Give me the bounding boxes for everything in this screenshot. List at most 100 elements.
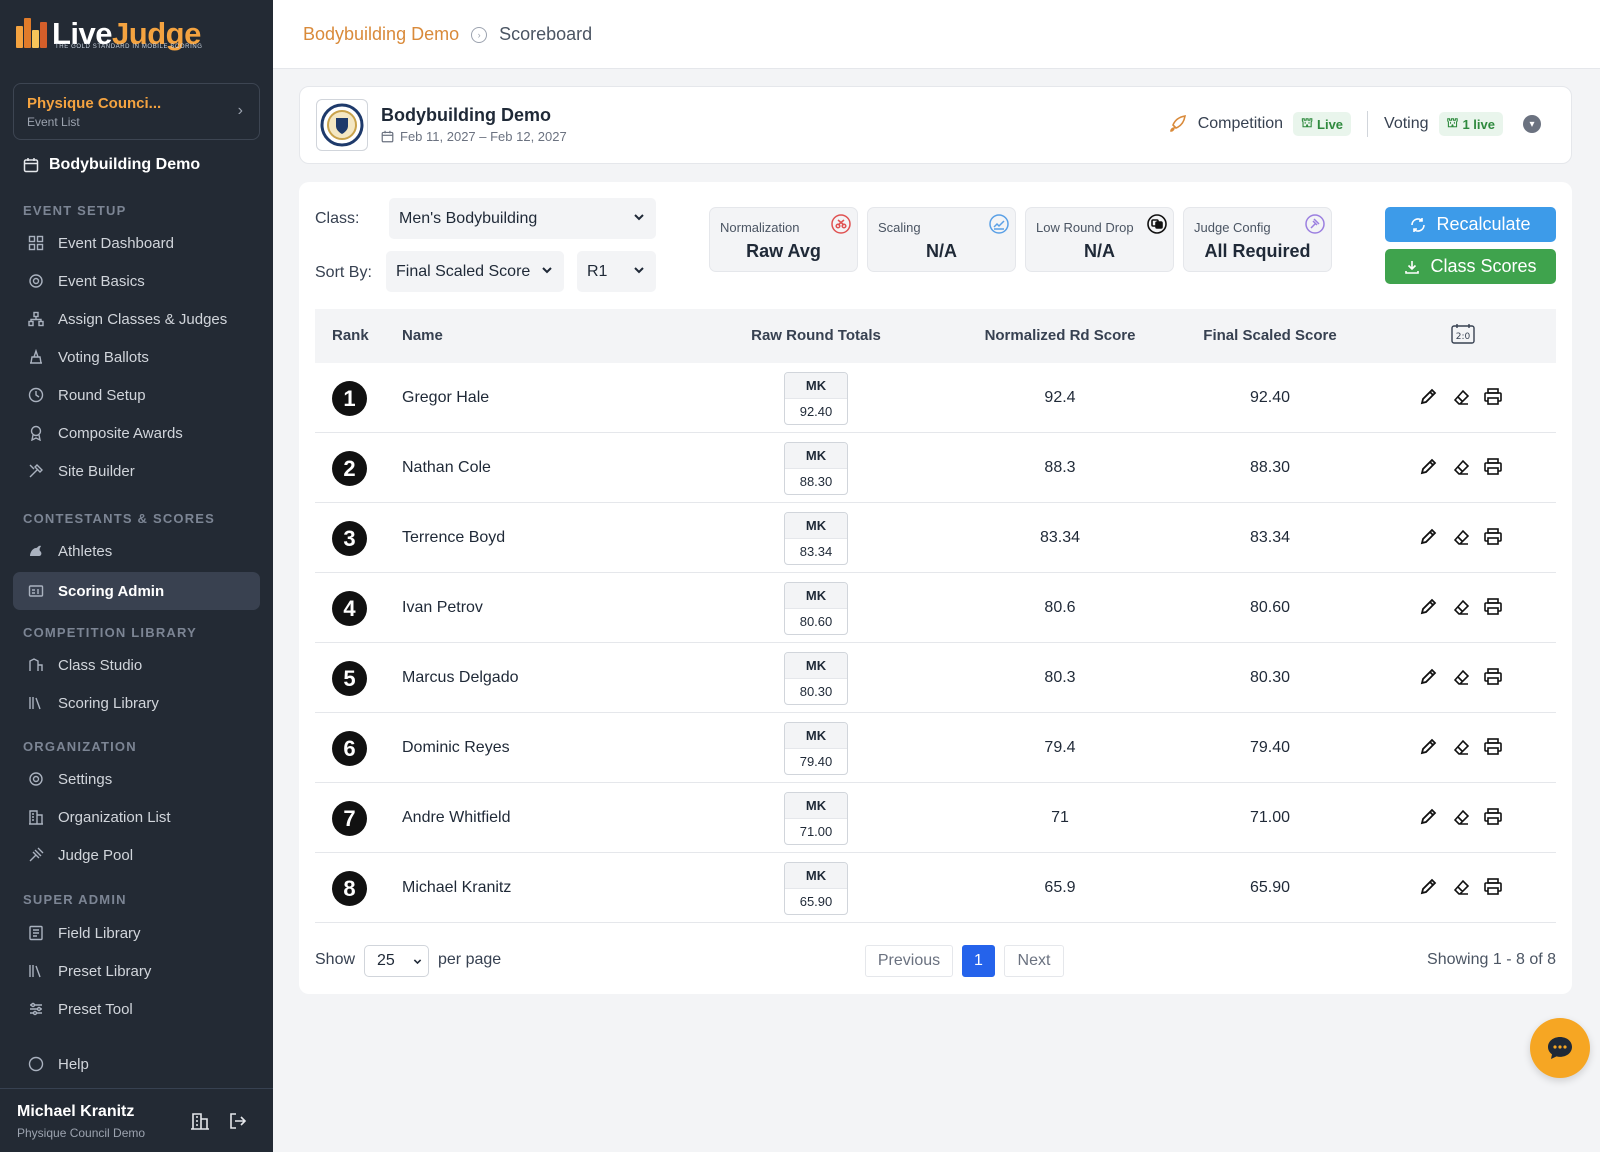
- section-contestants-scores: CONTESTANTS & SCORES: [23, 511, 216, 526]
- print-icon[interactable]: [1483, 877, 1503, 897]
- sidebar-item-organization-list[interactable]: Organization List: [13, 798, 260, 836]
- sidebar-item-label: Class Studio: [58, 656, 143, 674]
- eraser-icon[interactable]: [1451, 807, 1471, 827]
- print-icon[interactable]: [1483, 807, 1503, 827]
- section-competition-library: COMPETITION LIBRARY: [23, 625, 197, 640]
- sidebar-item-label: Scoring Admin: [58, 582, 165, 600]
- sidebar-item-judge-pool[interactable]: Judge Pool: [13, 836, 260, 874]
- athlete-name[interactable]: Dominic Reyes: [402, 739, 510, 757]
- athlete-name[interactable]: Ivan Petrov: [402, 599, 483, 617]
- athlete-name[interactable]: Terrence Boyd: [402, 529, 505, 547]
- judge-initials: MK: [785, 863, 847, 889]
- edit-icon[interactable]: [1418, 667, 1438, 687]
- page-1-button[interactable]: 1: [962, 945, 995, 977]
- sidebar-item-class-studio[interactable]: Class Studio: [13, 646, 260, 684]
- raw-round-total: MK 79.40: [784, 722, 848, 775]
- rank-badge: 3: [332, 521, 367, 556]
- edit-icon[interactable]: [1418, 527, 1438, 547]
- section-super-admin: SUPER ADMIN: [23, 892, 127, 907]
- status-area: Competition ⛫ Live Voting ⛫ 1 live ▾: [1168, 111, 1541, 137]
- voting-status-badge: ⛫ 1 live: [1438, 112, 1503, 136]
- chat-button[interactable]: [1530, 1018, 1590, 1078]
- sidebar-item-preset-library[interactable]: Preset Library: [13, 952, 260, 990]
- print-icon[interactable]: [1483, 387, 1503, 407]
- show-label: Show: [315, 951, 356, 968]
- sidebar-item-athletes[interactable]: Athletes: [13, 532, 260, 570]
- logout-icon[interactable]: [228, 1111, 248, 1131]
- sidebar-item-site-builder[interactable]: Site Builder: [13, 452, 260, 490]
- eraser-icon[interactable]: [1451, 457, 1471, 477]
- calendar-icon: [23, 158, 39, 173]
- judge-initials: MK: [785, 583, 847, 609]
- eraser-icon[interactable]: [1451, 737, 1471, 757]
- final-scaled-score: 79.40: [1249, 739, 1291, 756]
- normalized-score: 65.9: [1044, 879, 1076, 896]
- organization-icon[interactable]: [190, 1111, 210, 1131]
- sidebar-item-help[interactable]: Help: [13, 1046, 260, 1076]
- studio-icon: [28, 657, 44, 673]
- raw-round-total: MK 83.34: [784, 512, 848, 565]
- scoreboard-card: Class: Men's Bodybuilding Sort By: Final…: [299, 182, 1572, 994]
- eraser-icon[interactable]: [1451, 597, 1471, 617]
- eraser-icon[interactable]: [1451, 527, 1471, 547]
- recalculate-button[interactable]: Recalculate: [1385, 207, 1556, 242]
- athlete-name[interactable]: Andre Whitfield: [402, 809, 511, 827]
- scoreboard-icon[interactable]: 2:0: [1451, 323, 1475, 345]
- building-icon: [28, 809, 44, 825]
- breadcrumb: Bodybuilding Demo › Scoreboard: [303, 24, 592, 45]
- sidebar-item-scoring-admin[interactable]: Scoring Admin: [13, 572, 260, 610]
- raw-score: 80.30: [799, 684, 833, 699]
- sidebar-item-settings[interactable]: Settings: [13, 760, 260, 798]
- final-scaled-score: 92.40: [1249, 389, 1291, 406]
- round-select[interactable]: R1: [577, 251, 656, 292]
- sidebar-item-preset-tool[interactable]: Preset Tool: [13, 990, 260, 1028]
- status-dropdown-icon[interactable]: ▾: [1523, 115, 1541, 133]
- sidebar-item-event-basics[interactable]: Event Basics: [13, 262, 260, 300]
- sidebar-item-label: Round Setup: [58, 386, 146, 404]
- sidebar-item-round-setup[interactable]: Round Setup: [13, 376, 260, 414]
- edit-icon[interactable]: [1418, 807, 1438, 827]
- athlete-name[interactable]: Nathan Cole: [402, 459, 491, 477]
- edit-icon[interactable]: [1418, 597, 1438, 617]
- print-icon[interactable]: [1483, 597, 1503, 617]
- edit-icon[interactable]: [1418, 877, 1438, 897]
- previous-button[interactable]: Previous: [865, 945, 953, 977]
- class-scores-button[interactable]: Class Scores: [1385, 249, 1556, 284]
- sidebar-item-composite-awards[interactable]: Composite Awards: [13, 414, 260, 452]
- eraser-icon[interactable]: [1451, 387, 1471, 407]
- sidebar-item-scoring-library[interactable]: Scoring Library: [13, 684, 260, 722]
- edit-icon[interactable]: [1418, 737, 1438, 757]
- class-select[interactable]: Men's Bodybuilding: [389, 198, 656, 239]
- print-icon[interactable]: [1483, 527, 1503, 547]
- athlete-name[interactable]: Gregor Hale: [402, 389, 489, 407]
- athlete-name[interactable]: Marcus Delgado: [402, 669, 519, 687]
- eraser-icon[interactable]: [1451, 877, 1471, 897]
- org-switcher[interactable]: Physique Counci... Event List ›: [13, 83, 260, 140]
- scissors-icon: [831, 214, 851, 234]
- rank-badge: 1: [332, 381, 367, 416]
- sidebar-item-field-library[interactable]: Field Library: [13, 914, 260, 952]
- sidebar-item-assign-classes-judges[interactable]: Assign Classes & Judges: [13, 300, 260, 338]
- rank-badge: 2: [332, 451, 367, 486]
- tools-icon: [28, 463, 44, 479]
- athlete-name[interactable]: Michael Kranitz: [402, 879, 511, 897]
- col-rank: Rank: [332, 327, 369, 344]
- print-icon[interactable]: [1483, 457, 1503, 477]
- print-icon[interactable]: [1483, 667, 1503, 687]
- voting-label: Voting: [1384, 115, 1429, 132]
- competition-label: Competition: [1197, 115, 1284, 132]
- edit-icon[interactable]: [1418, 457, 1438, 477]
- next-button[interactable]: Next: [1004, 945, 1064, 977]
- print-icon[interactable]: [1483, 737, 1503, 757]
- raw-round-total: MK 92.40: [784, 372, 848, 425]
- breadcrumb-parent[interactable]: Bodybuilding Demo: [303, 24, 459, 45]
- eraser-icon[interactable]: [1451, 667, 1471, 687]
- sort-select[interactable]: Final Scaled Score: [386, 251, 564, 292]
- sidebar-item-voting-ballots[interactable]: Voting Ballots: [13, 338, 260, 376]
- event-link[interactable]: Bodybuilding Demo: [23, 156, 200, 174]
- judge-initials: MK: [785, 513, 847, 539]
- edit-icon[interactable]: [1418, 387, 1438, 407]
- class-label: Class:: [315, 210, 360, 227]
- sidebar-item-event-dashboard[interactable]: Event Dashboard: [13, 224, 260, 262]
- per-page-select[interactable]: 25: [364, 945, 429, 977]
